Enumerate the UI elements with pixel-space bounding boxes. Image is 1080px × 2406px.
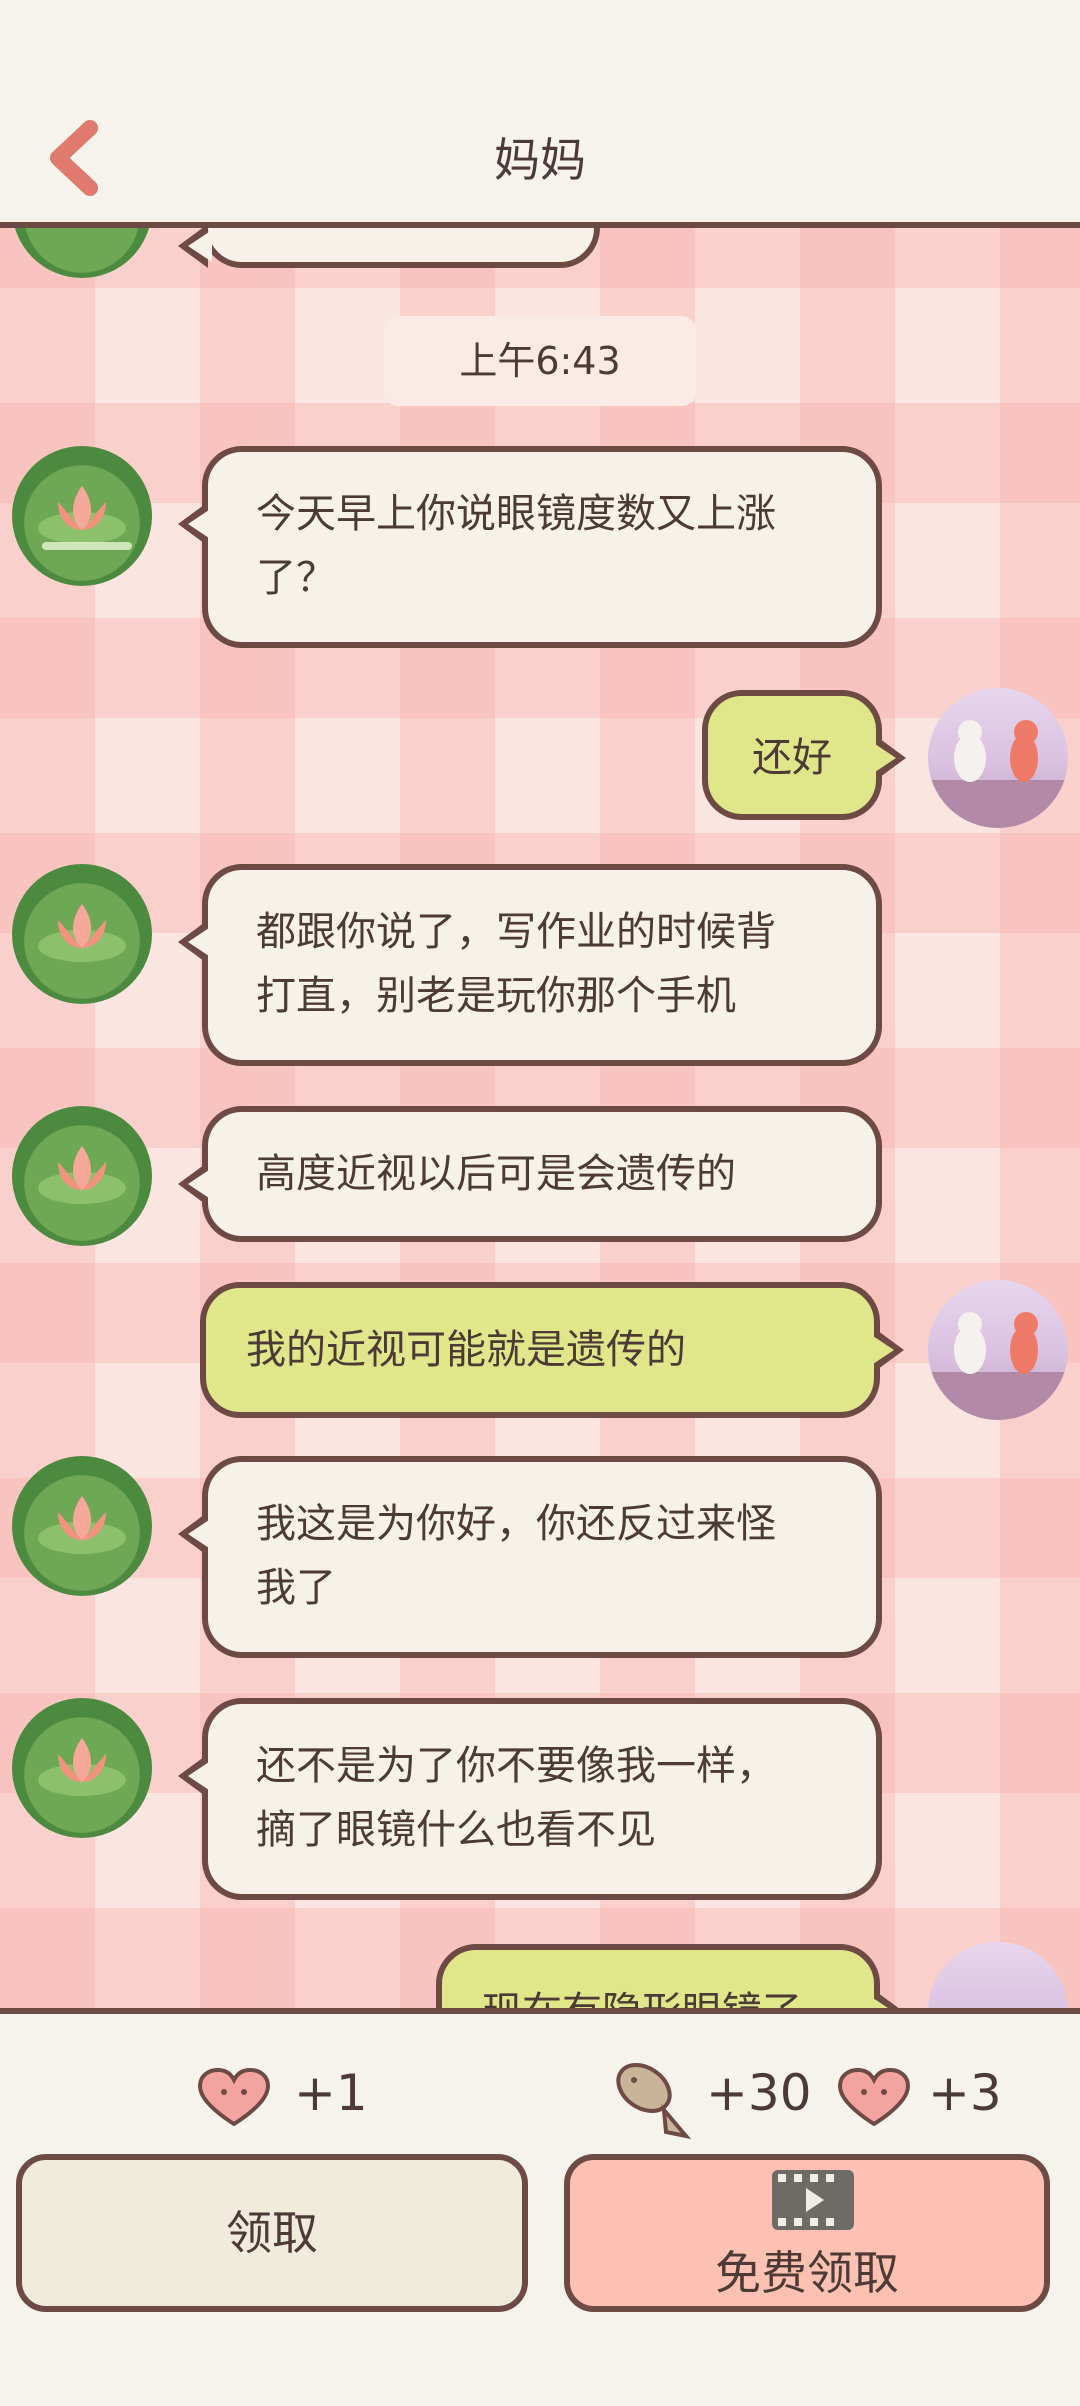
my-avatar[interactable]	[928, 1942, 1068, 2008]
heart-icon	[197, 2068, 271, 2126]
message-bubble: 高度近视以后可是会遗传的	[178, 1106, 882, 1242]
lotus-icon	[38, 1738, 126, 1796]
header: 妈妈	[0, 0, 1080, 228]
heart-icon	[837, 2068, 911, 2126]
free-claim-button-label: 免费领取	[715, 2246, 899, 2300]
message-text: 了？	[256, 555, 336, 601]
message-bubble-mine: 还好	[702, 690, 906, 820]
mom-avatar[interactable]	[12, 228, 152, 278]
message-text: 高度近视以后可是会遗传的	[256, 1151, 736, 1197]
message-text: 还不是为了你不要像我一样，	[256, 1743, 776, 1789]
page-title: 妈妈	[494, 133, 586, 187]
free-claim-button[interactable]: 免费领取	[564, 2154, 1050, 2312]
cats-icon	[928, 720, 1068, 828]
mom-avatar[interactable]	[12, 446, 152, 586]
message-text: 现在有隐形眼镜了	[482, 1980, 834, 2008]
message-text: 我这是为你好，你还反过来怪	[256, 1501, 776, 1547]
message-text: 打直，别老是玩你那个手机	[256, 973, 736, 1019]
mom-avatar[interactable]	[12, 1106, 152, 1246]
my-avatar[interactable]	[928, 688, 1068, 828]
message-bubble: 还不是为了你不要像我一样， 摘了眼镜什么也看不见	[178, 1698, 882, 1900]
message-text: 我了	[256, 1565, 336, 1611]
message-bubble: 我这是为你好，你还反过来怪 我了	[178, 1456, 882, 1658]
message-text: 摘了眼镜什么也看不见	[256, 1807, 656, 1853]
timestamp-chip: 上午6:43	[384, 316, 696, 406]
claim-button[interactable]: 领取	[16, 2154, 528, 2312]
lotus-icon	[38, 1496, 126, 1554]
message-bubble: 都跟你说了，写作业的时候背 打直，别老是玩你那个手机	[178, 864, 882, 1066]
video-play-icon	[772, 2170, 854, 2230]
message-bubble-mine: 现在有隐形眼镜了	[436, 1944, 904, 2008]
message-bubble-mine: 我的近视可能就是遗传的	[200, 1282, 904, 1418]
my-avatar[interactable]	[928, 1280, 1068, 1420]
mom-avatar[interactable]	[12, 1456, 152, 1596]
lotus-icon	[38, 486, 132, 550]
fish-icon	[616, 2063, 692, 2140]
claim-button-label: 领取	[226, 2206, 318, 2260]
claim-heart-amount: +1	[294, 2064, 368, 2122]
lotus-icon	[38, 904, 126, 962]
message-text: 我的近视可能就是遗传的	[246, 1327, 686, 1373]
free-fish-amount: +30	[706, 2064, 812, 2122]
message-text: 今天早上你说眼镜度数又上涨	[256, 491, 776, 537]
message-bubble-partial	[178, 228, 600, 268]
message-text: 都跟你说了，写作业的时候背	[256, 909, 776, 955]
message-bubble: 今天早上你说眼镜度数又上涨 了？	[178, 446, 882, 648]
reward-panel: +1 +30 +3 领取 免费领取	[0, 2008, 1080, 2406]
lotus-icon	[38, 1146, 126, 1204]
mom-avatar[interactable]	[12, 1698, 152, 1838]
message-text: 还好	[752, 735, 832, 781]
cats-icon	[928, 1312, 1068, 1420]
chat-area[interactable]: 上午6:43 今天早上你说眼镜度数又上涨 了？ 还好 都跟你说了，写作业的时候背…	[0, 228, 1080, 2008]
free-heart-amount: +3	[928, 2064, 1002, 2122]
mom-avatar[interactable]	[12, 864, 152, 1004]
